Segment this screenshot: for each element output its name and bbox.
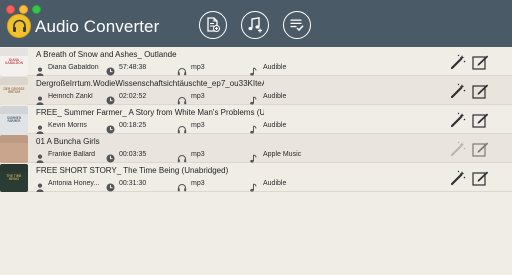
checklist-icon [290, 19, 304, 32]
author: Antonia Honey... [48, 180, 100, 187]
output-format: mp3 [191, 122, 205, 129]
track-title: FREE_ Summer Farmer_ A Story from White … [36, 108, 264, 117]
source-app: Audible [263, 93, 287, 100]
list-item[interactable]: 01 A Buncha Girls Frankie Ballard 00:03:35… [0, 134, 512, 163]
author: Heinrich Zankl [48, 93, 93, 100]
duration: 00:31:30 [119, 180, 147, 187]
add-file-icon [207, 17, 220, 32]
edit-icon[interactable] [472, 112, 489, 128]
magic-wand-icon[interactable] [450, 141, 466, 157]
cover-label: DIANA GABALDON [4, 58, 24, 66]
converted-list-button[interactable] [283, 11, 311, 39]
cover-label: THE TIME BEING [6, 174, 22, 182]
minimize-window-button[interactable] [19, 5, 28, 14]
output-format: mp3 [191, 151, 205, 158]
output-format: mp3 [191, 64, 205, 71]
list-item[interactable]: DIANA GABALDON A Breath of Snow and Ashes… [0, 47, 512, 76]
app-title: Audio Converter [35, 17, 160, 36]
clock-icon [106, 179, 115, 197]
magic-wand-icon[interactable] [450, 112, 466, 128]
magic-wand-icon[interactable] [450, 83, 466, 99]
list-item[interactable]: SUMMER FARMER FREE_ Summer Farmer_ A Stor… [0, 105, 512, 134]
author: Diana Gabaldon [48, 64, 99, 71]
edit-icon[interactable] [472, 83, 489, 99]
track-title: FREE SHORT STORY_ The Time Being (Unabri… [36, 166, 229, 175]
duration: 00:18:25 [119, 122, 147, 129]
author: Kevin Morris [48, 122, 87, 129]
app-logo-icon [7, 14, 31, 38]
cover-label: SUMMER FARMER [6, 116, 22, 124]
duration: 57:48:38 [119, 64, 147, 71]
cover-thumbnail: DER GROSSE IRRTUM [0, 77, 28, 105]
source-app: Audible [263, 122, 287, 129]
list-item[interactable]: THE TIME BEING FREE SHORT STORY_ The Time… [0, 163, 512, 192]
close-window-button[interactable] [6, 5, 15, 14]
music-note-icon [249, 179, 257, 197]
cover-label: DER GROSSE IRRTUM [3, 87, 25, 95]
cover-thumbnail: THE TIME BEING [0, 164, 28, 192]
output-format: mp3 [191, 93, 205, 100]
title-bar: Audio Converter [0, 0, 512, 47]
edit-icon[interactable] [472, 170, 489, 186]
add-music-button[interactable] [241, 11, 269, 39]
source-app: Audible [263, 180, 287, 187]
edit-icon[interactable] [472, 141, 489, 157]
source-app: Apple Music [263, 151, 302, 158]
duration: 02:02:52 [119, 93, 147, 100]
output-format: mp3 [191, 180, 205, 187]
track-title: A Breath of Snow and Ashes_ Outlande [36, 50, 177, 59]
person-icon [36, 179, 44, 197]
add-music-icon [248, 16, 262, 33]
track-title: DergroßeIrrtum.WodieWissenschaftsichtäus… [36, 79, 264, 88]
cover-thumbnail: SUMMER FARMER [0, 106, 28, 134]
edit-icon[interactable] [472, 54, 489, 70]
cover-thumbnail: DIANA GABALDON [0, 48, 28, 76]
source-app: Audible [263, 64, 287, 71]
magic-wand-icon[interactable] [450, 170, 466, 186]
cover-thumbnail [0, 135, 28, 163]
author: Frankie Ballard [48, 151, 96, 158]
headphones-icon [177, 179, 187, 197]
track-title: 01 A Buncha Girls [36, 137, 100, 146]
magic-wand-icon[interactable] [450, 54, 466, 70]
app-window: Audio Converter DIANA GABALDON A Breath … [0, 0, 512, 275]
list-item[interactable]: DER GROSSE IRRTUM DergroßeIrrtum.WodieWis… [0, 76, 512, 105]
maximize-window-button[interactable] [32, 5, 41, 14]
add-files-button[interactable] [199, 11, 227, 39]
duration: 00:03:35 [119, 151, 147, 158]
